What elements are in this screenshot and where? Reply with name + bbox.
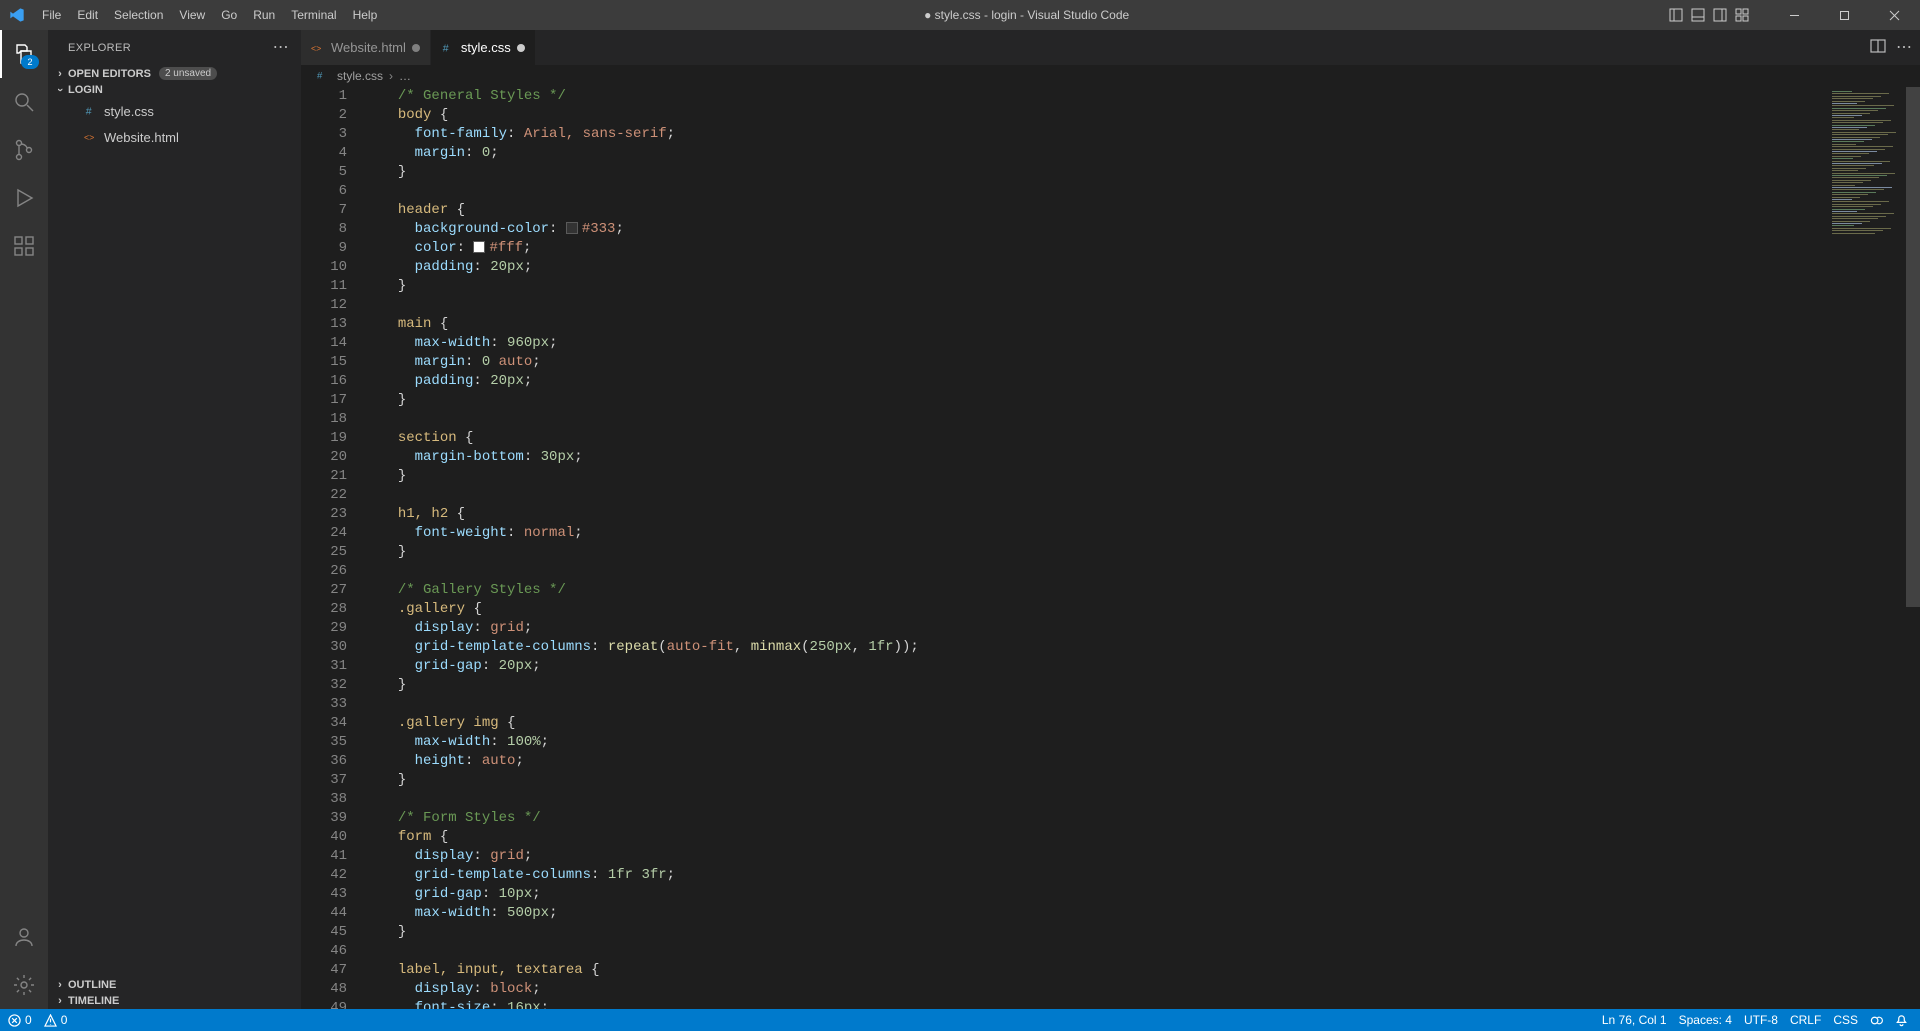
svg-text:#: # — [317, 70, 323, 81]
breadcrumb-separator: › — [389, 69, 393, 83]
svg-text:#: # — [86, 106, 92, 118]
editor-tabs: <> Website.html # style.css ⋯ — [301, 30, 1920, 65]
layout-left-icon[interactable] — [1668, 7, 1684, 23]
window-minimize-button[interactable] — [1772, 0, 1816, 30]
chevron-right-icon: › — [52, 68, 68, 80]
vscode-logo-icon — [0, 7, 34, 23]
outline-label: OUTLINE — [68, 979, 116, 991]
activity-search[interactable] — [0, 78, 48, 126]
tab-label: Website.html — [331, 40, 406, 55]
layout-bottom-icon[interactable] — [1690, 7, 1706, 23]
timeline-label: TIMELINE — [68, 995, 119, 1007]
file-website-html[interactable]: <> Website.html — [48, 124, 301, 150]
sidebar-title: EXPLORER — [68, 42, 131, 54]
folder-name: LOGIN — [68, 84, 103, 96]
html-file-icon: <> — [82, 130, 100, 144]
unsaved-badge: 2 unsaved — [159, 67, 217, 80]
status-language[interactable]: CSS — [1833, 1013, 1858, 1027]
chevron-right-icon: › — [52, 979, 68, 991]
status-cursor-pos[interactable]: Ln 76, Col 1 — [1602, 1013, 1667, 1027]
status-warnings-count: 0 — [61, 1013, 68, 1027]
activity-settings[interactable] — [0, 961, 48, 1009]
activity-explorer[interactable]: 2 — [0, 30, 48, 78]
tab-more-icon[interactable]: ⋯ — [1896, 40, 1912, 56]
css-file-icon: # — [441, 41, 455, 55]
scrollbar-thumb[interactable] — [1906, 87, 1920, 607]
menu-selection[interactable]: Selection — [106, 0, 171, 30]
menu-run[interactable]: Run — [245, 0, 283, 30]
activity-extensions[interactable] — [0, 222, 48, 270]
layout-right-icon[interactable] — [1712, 7, 1728, 23]
chevron-down-icon: › — [54, 82, 66, 98]
explorer-badge: 2 — [21, 55, 39, 69]
css-file-icon: # — [82, 104, 100, 118]
tab-label: style.css — [461, 40, 511, 55]
sidebar-more-icon[interactable]: ⋯ — [273, 40, 289, 56]
menu-terminal[interactable]: Terminal — [283, 0, 344, 30]
file-style-css[interactable]: # style.css — [48, 98, 301, 124]
window-title: ● style.css - login - Visual Studio Code — [385, 8, 1668, 22]
status-spaces[interactable]: Spaces: 4 — [1679, 1013, 1732, 1027]
menu-view[interactable]: View — [171, 0, 213, 30]
activity-bar: 2 — [0, 30, 48, 1009]
minimap[interactable] — [1826, 87, 1906, 1009]
svg-text:<>: <> — [311, 43, 321, 53]
activity-run-debug[interactable] — [0, 174, 48, 222]
open-editors-section[interactable]: › OPEN EDITORS 2 unsaved — [48, 65, 301, 82]
explorer-sidebar: EXPLORER ⋯ › OPEN EDITORS 2 unsaved › LO… — [48, 30, 301, 1009]
chevron-right-icon: › — [52, 995, 68, 1007]
timeline-section[interactable]: › TIMELINE — [48, 993, 301, 1009]
activity-accounts[interactable] — [0, 913, 48, 961]
status-bell-icon[interactable] — [1895, 1014, 1908, 1027]
dirty-indicator-icon — [412, 44, 420, 52]
window-close-button[interactable] — [1872, 0, 1916, 30]
code-editor[interactable]: 1234567891011121314151617181920212223242… — [301, 87, 1920, 1009]
activity-source-control[interactable] — [0, 126, 48, 174]
editor-group: <> Website.html # style.css ⋯ # style.css ›… — [301, 30, 1920, 1009]
svg-text:#: # — [443, 42, 449, 54]
html-file-icon: <> — [311, 41, 325, 55]
outline-section[interactable]: › OUTLINE — [48, 977, 301, 993]
status-warnings[interactable]: 0 — [44, 1013, 68, 1027]
vertical-scrollbar[interactable] — [1906, 87, 1920, 1009]
status-errors-count: 0 — [25, 1013, 32, 1027]
menu-bar: FileEditSelectionViewGoRunTerminalHelp — [34, 0, 385, 30]
file-label: style.css — [104, 104, 154, 119]
menu-edit[interactable]: Edit — [69, 0, 106, 30]
title-bar: FileEditSelectionViewGoRunTerminalHelp ●… — [0, 0, 1920, 30]
status-feedback-icon[interactable] — [1870, 1014, 1883, 1027]
breadcrumb-tail: … — [399, 69, 411, 83]
breadcrumbs[interactable]: # style.css › … — [301, 65, 1920, 87]
menu-file[interactable]: File — [34, 0, 69, 30]
layout-grid-icon[interactable] — [1734, 7, 1750, 23]
tab-website-html[interactable]: <> Website.html — [301, 30, 431, 65]
status-errors[interactable]: 0 — [8, 1013, 32, 1027]
status-eol[interactable]: CRLF — [1790, 1013, 1821, 1027]
split-editor-icon[interactable] — [1870, 38, 1886, 57]
status-bar: 0 0 Ln 76, Col 1 Spaces: 4 UTF-8 CRLF CS… — [0, 1009, 1920, 1031]
tab-style-css[interactable]: # style.css — [431, 30, 536, 65]
window-maximize-button[interactable] — [1822, 0, 1866, 30]
folder-section[interactable]: › LOGIN — [48, 82, 301, 98]
css-file-icon: # — [317, 68, 331, 85]
menu-go[interactable]: Go — [213, 0, 245, 30]
status-encoding[interactable]: UTF-8 — [1744, 1013, 1778, 1027]
svg-text:<>: <> — [84, 133, 94, 143]
dirty-indicator-icon — [517, 44, 525, 52]
menu-help[interactable]: Help — [345, 0, 386, 30]
open-editors-label: OPEN EDITORS — [68, 68, 151, 80]
file-label: Website.html — [104, 130, 179, 145]
breadcrumb-file: style.css — [337, 69, 383, 83]
